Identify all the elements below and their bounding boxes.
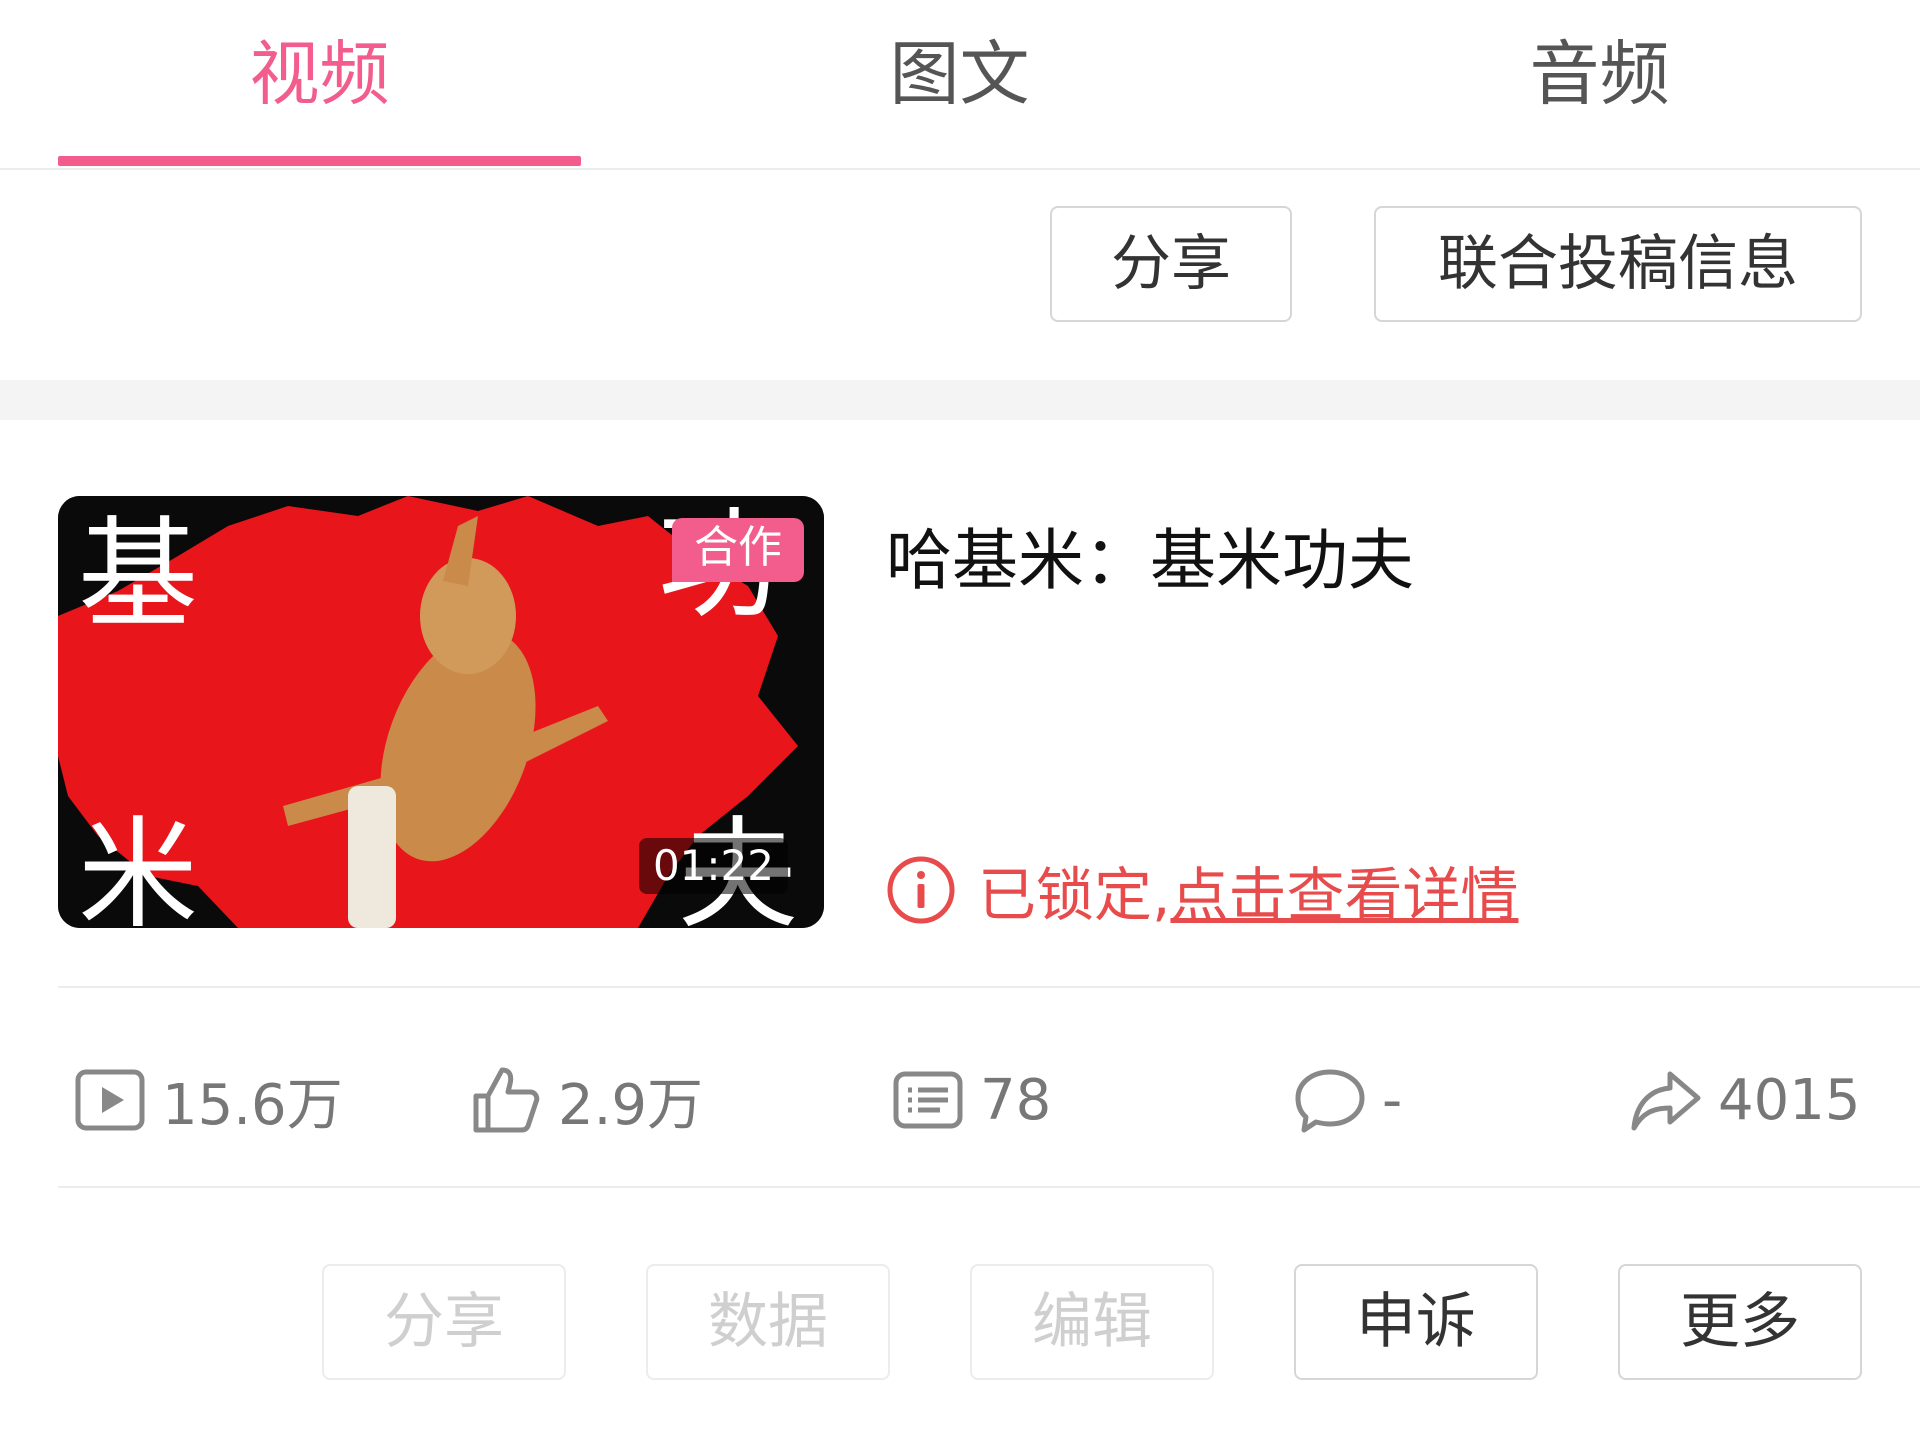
comments-count: - bbox=[1382, 1067, 1403, 1133]
video-appeal-button[interactable]: 申诉 bbox=[1294, 1264, 1538, 1380]
video-more-button[interactable]: 更多 bbox=[1618, 1264, 1862, 1380]
video-data-button[interactable]: 数据 bbox=[646, 1264, 890, 1380]
active-tab-indicator bbox=[58, 156, 581, 166]
stat-likes: 2.9万 bbox=[468, 1000, 703, 1200]
video-actions: 分享 数据 编辑 申诉 更多 bbox=[0, 1200, 1920, 1440]
section-gap bbox=[0, 380, 1920, 420]
danmaku-count: 78 bbox=[980, 1067, 1052, 1133]
play-icon bbox=[75, 1069, 145, 1131]
video-edit-button[interactable]: 编辑 bbox=[970, 1264, 1214, 1380]
lock-details-link[interactable]: 点击查看详情 bbox=[1170, 848, 1518, 932]
thumbnail-caption-left-bottom: 米 bbox=[78, 806, 198, 928]
shares-count: 4015 bbox=[1718, 1067, 1861, 1133]
likes-count: 2.9万 bbox=[558, 1072, 704, 1138]
content-type-tabs: 视频 图文 音频 bbox=[0, 0, 1920, 170]
video-card: 基 米 功 夫 合作 01:22 哈基米：基米功夫 已锁定, 点击查看详情 15… bbox=[0, 420, 1920, 1440]
thumbnail-caption-left-top: 基 bbox=[78, 506, 198, 645]
info-icon bbox=[887, 856, 955, 924]
stats-row: 15.6万 2.9万 78 - 4015 bbox=[0, 1000, 1920, 1200]
stat-shares: 4015 bbox=[1628, 1000, 1861, 1200]
stat-danmaku: 78 bbox=[890, 1000, 1051, 1200]
scratch-post bbox=[348, 786, 396, 928]
views-count: 15.6万 bbox=[162, 1072, 343, 1138]
lock-status-text: 已锁定, bbox=[978, 861, 1171, 929]
lock-status: 已锁定, 点击查看详情 bbox=[886, 852, 1518, 929]
danmaku-icon bbox=[893, 1071, 963, 1129]
cooperation-badge: 合作 bbox=[672, 518, 804, 582]
tab-video[interactable]: 视频 bbox=[58, 24, 581, 124]
header-actions: 分享 联合投稿信息 bbox=[0, 172, 1920, 380]
tab-article[interactable]: 图文 bbox=[698, 24, 1221, 124]
thumbs-up-icon bbox=[473, 1067, 540, 1133]
card-divider-bottom bbox=[58, 1186, 1920, 1188]
joint-submission-info-button[interactable]: 联合投稿信息 bbox=[1374, 206, 1862, 322]
stat-views: 15.6万 bbox=[72, 1000, 343, 1200]
video-title[interactable]: 哈基米：基米功夫 bbox=[886, 516, 1414, 606]
video-thumbnail[interactable]: 基 米 功 夫 合作 01:22 bbox=[58, 496, 824, 928]
video-duration: 01:22 bbox=[638, 838, 788, 894]
video-share-button[interactable]: 分享 bbox=[322, 1264, 566, 1380]
tab-audio[interactable]: 音频 bbox=[1338, 24, 1861, 124]
stat-comments: - bbox=[1292, 1000, 1402, 1200]
share-button[interactable]: 分享 bbox=[1050, 206, 1292, 322]
share-arrow-icon bbox=[1631, 1071, 1701, 1131]
card-divider-top bbox=[58, 986, 1920, 988]
comment-icon bbox=[1295, 1069, 1365, 1133]
